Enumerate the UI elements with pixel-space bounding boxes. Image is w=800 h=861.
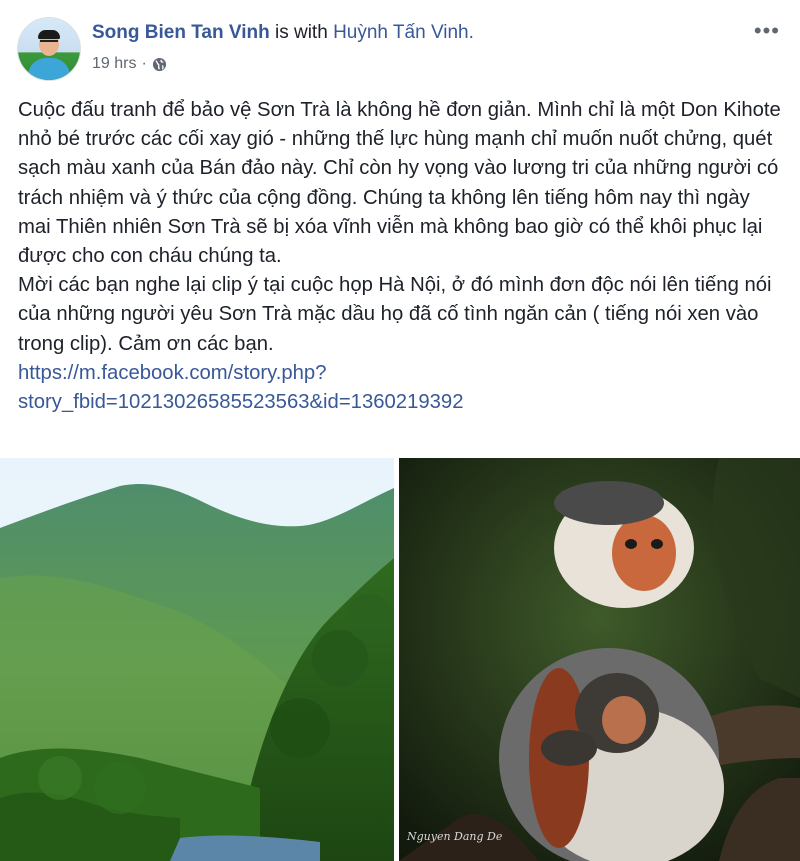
tagged-person-link[interactable]: Huỳnh Tấn Vinh. — [333, 22, 474, 43]
author-line: Song Bien Tan Vinh is with Huỳnh Tấn Vin… — [92, 22, 474, 44]
post-paragraph-2: Mời các bạn nghe lại clip ý tại cuộc họp… — [18, 274, 772, 355]
douc-langur-photo[interactable]: Nguyen Dang De — [399, 458, 800, 861]
photo-grid: Nguyen Dang De — [0, 458, 800, 861]
meta-separator: · — [141, 55, 147, 72]
post-link-line-1[interactable]: https://m.facebook.com/story.php? — [18, 362, 327, 384]
post-timestamp[interactable]: 19 hrs — [92, 55, 136, 73]
post-paragraph-1: Cuộc đấu tranh để bảo vệ Sơn Trà là khôn… — [18, 99, 781, 268]
post-link-line-2[interactable]: story_fbid=10213026585523563&id=13602193… — [18, 391, 463, 413]
post-link[interactable]: https://m.facebook.com/story.php? story_… — [18, 359, 788, 417]
photo-credit: Nguyen Dang De — [407, 830, 503, 843]
avatar-hair — [38, 30, 60, 39]
more-options-icon[interactable]: ••• — [754, 18, 780, 44]
douc-langur-image — [399, 458, 800, 861]
post-header: Song Bien Tan Vinh is with Huỳnh Tấn Vin… — [0, 0, 800, 90]
author-avatar[interactable] — [17, 17, 81, 81]
avatar-glasses — [40, 40, 58, 46]
with-text: is with — [274, 22, 328, 43]
author-name-link[interactable]: Song Bien Tan Vinh — [92, 22, 270, 43]
post-body: Cuộc đấu tranh để bảo vệ Sơn Trà là khôn… — [18, 96, 788, 417]
globe-icon[interactable] — [152, 57, 167, 72]
avatar-shirt — [28, 58, 70, 80]
mountain-forest-photo[interactable] — [0, 458, 394, 861]
mountain-landscape-image — [0, 458, 394, 861]
post-meta: 19 hrs · — [92, 55, 167, 73]
